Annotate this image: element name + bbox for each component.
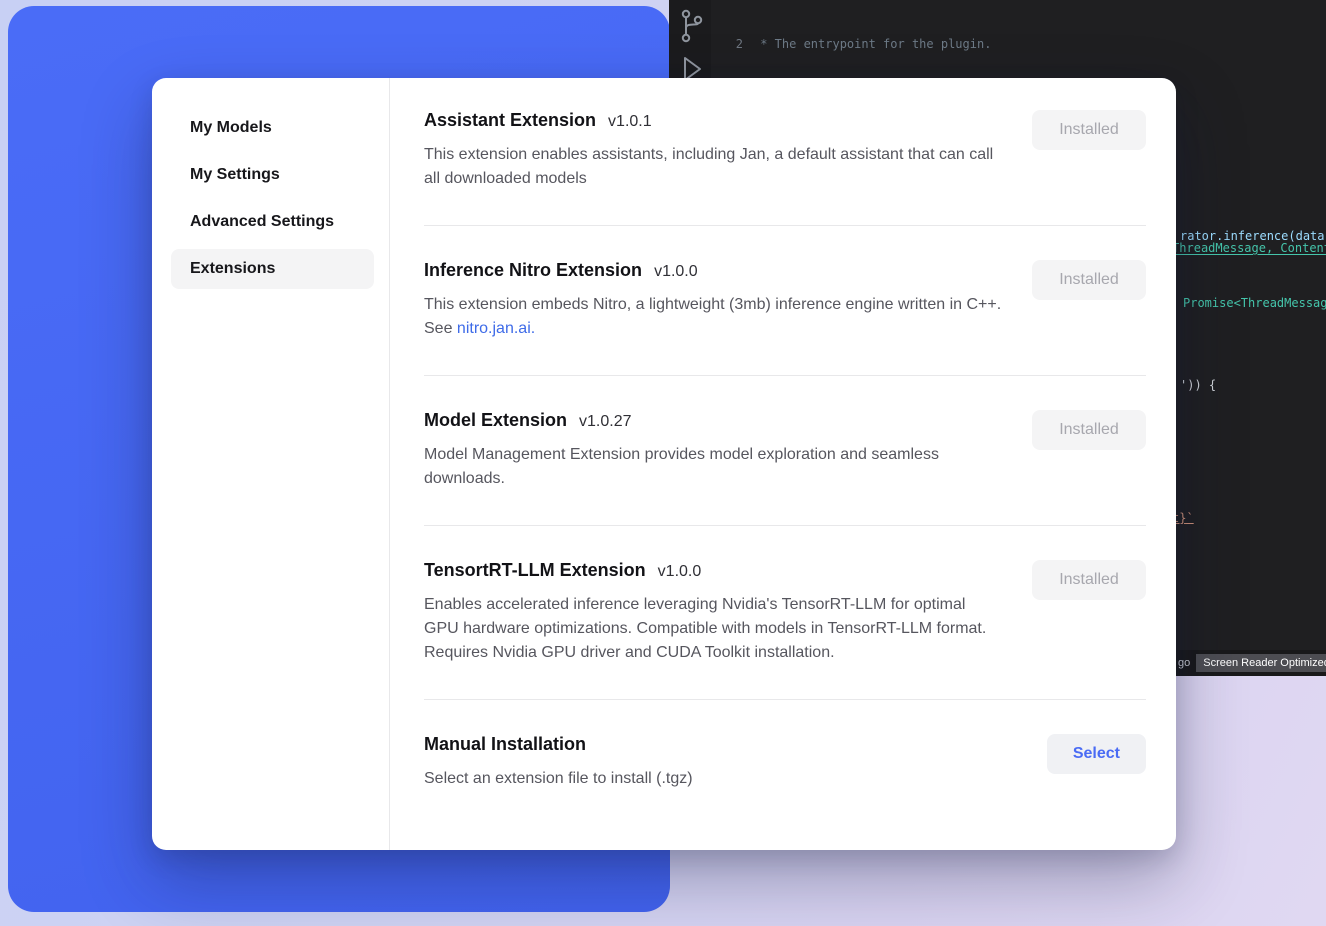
extension-title: Assistant Extension	[424, 110, 596, 131]
sidebar-item-advanced-settings[interactable]: Advanced Settings	[171, 202, 374, 242]
sidebar-item-my-models[interactable]: My Models	[171, 108, 374, 148]
line-number: 2	[711, 36, 743, 53]
code-text: * The entrypoint for the plugin.	[743, 36, 991, 53]
select-file-button[interactable]: Select	[1047, 734, 1146, 774]
extension-row-inference-nitro: Inference Nitro Extension v1.0.0 This ex…	[424, 226, 1146, 376]
nitro-jan-ai-link[interactable]: nitro.jan.ai.	[457, 320, 535, 337]
extension-description: This extension embeds Nitro, a lightweig…	[424, 293, 1004, 341]
extension-description: Enables accelerated inference leveraging…	[424, 593, 1004, 665]
installed-button[interactable]: Installed	[1032, 260, 1146, 300]
sidebar-item-my-settings[interactable]: My Settings	[171, 155, 374, 195]
extension-row-assistant: Assistant Extension v1.0.1 This extensio…	[424, 110, 1146, 226]
extension-info: Assistant Extension v1.0.1 This extensio…	[424, 110, 1032, 191]
manual-installation-row: Manual Installation Select an extension …	[424, 700, 1146, 791]
extension-info: Model Extension v1.0.27 Model Management…	[424, 410, 1032, 491]
extension-title: Model Extension	[424, 410, 567, 431]
extension-info: Inference Nitro Extension v1.0.0 This ex…	[424, 260, 1032, 341]
sidebar-item-extensions[interactable]: Extensions	[171, 249, 374, 289]
extension-info: TensortRT-LLM Extension v1.0.0 Enables a…	[424, 560, 1032, 665]
extension-version: v1.0.1	[608, 113, 652, 131]
code-fragment: ')) {	[1180, 378, 1216, 392]
settings-modal: My Models My Settings Advanced Settings …	[152, 78, 1176, 850]
installed-button[interactable]: Installed	[1032, 110, 1146, 150]
extensions-panel: Assistant Extension v1.0.1 This extensio…	[390, 78, 1176, 850]
extension-row-model: Model Extension v1.0.27 Model Management…	[424, 376, 1146, 526]
extension-title: TensortRT-LLM Extension	[424, 560, 646, 581]
installed-button[interactable]: Installed	[1032, 560, 1146, 600]
settings-sidebar: My Models My Settings Advanced Settings …	[152, 78, 390, 850]
status-bar-text: go	[1178, 657, 1190, 669]
code-line: 2 * The entrypoint for the plugin.	[711, 36, 1326, 53]
extension-description: This extension enables assistants, inclu…	[424, 143, 1004, 191]
extension-version: v1.0.0	[654, 263, 698, 281]
installed-button[interactable]: Installed	[1032, 410, 1146, 450]
extension-description: Model Management Extension provides mode…	[424, 443, 1004, 491]
extension-info: Manual Installation Select an extension …	[424, 734, 1047, 791]
manual-installation-title: Manual Installation	[424, 734, 586, 755]
extension-row-tensorrt-llm: TensortRT-LLM Extension v1.0.0 Enables a…	[424, 526, 1146, 700]
manual-installation-description: Select an extension file to install (.tg…	[424, 767, 1004, 791]
extension-version: v1.0.0	[658, 563, 702, 581]
code-fragment: Promise<ThreadMessage>	[1183, 296, 1326, 310]
extension-version: v1.0.27	[579, 413, 631, 431]
screen-reader-optimized-button[interactable]: Screen Reader Optimized	[1196, 654, 1326, 672]
code-fragment: rator.inference(data));	[1180, 229, 1326, 243]
extension-title: Inference Nitro Extension	[424, 260, 642, 281]
source-control-icon[interactable]	[676, 6, 706, 51]
